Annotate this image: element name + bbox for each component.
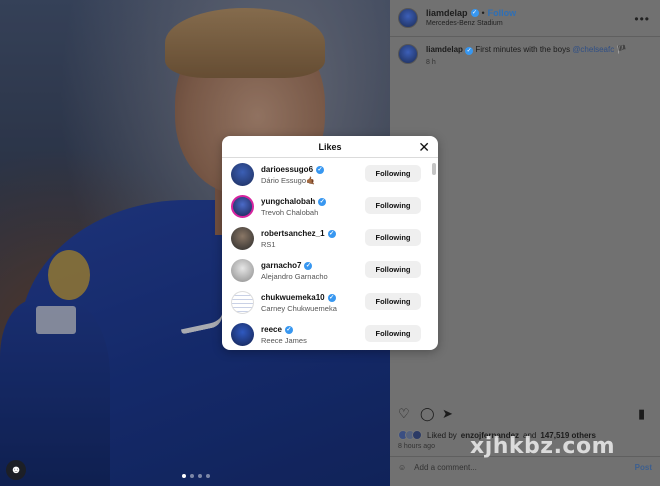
avatar[interactable] bbox=[231, 163, 254, 186]
following-button[interactable]: Following bbox=[365, 293, 421, 310]
verified-icon: ✓ bbox=[304, 261, 313, 270]
carousel-dot bbox=[198, 474, 202, 478]
verified-icon: ✓ bbox=[470, 9, 479, 17]
flag-emoji-icon: 🏴 bbox=[616, 45, 627, 54]
close-icon[interactable]: ✕ bbox=[418, 139, 430, 155]
follow-button[interactable]: Follow bbox=[488, 8, 517, 18]
modal-header: Likes ✕ bbox=[222, 136, 438, 158]
post-caption: liamdelap ✓ First minutes with the boys … bbox=[398, 44, 646, 66]
carousel-dot bbox=[190, 474, 194, 478]
following-button[interactable]: Following bbox=[365, 325, 421, 342]
username[interactable]: darioessugo6 bbox=[261, 165, 313, 174]
carousel-dot bbox=[206, 474, 210, 478]
carousel-dot bbox=[182, 474, 186, 478]
list-item[interactable]: darioessugo6 ✓ Dário Essugo🤙🏾 Following bbox=[222, 159, 430, 191]
verified-icon: ✓ bbox=[465, 47, 474, 55]
comment-input[interactable]: Add a comment... bbox=[414, 463, 477, 472]
author-username[interactable]: liamdelap bbox=[426, 8, 468, 18]
verified-icon: ✓ bbox=[318, 197, 327, 206]
likes-prefix: Liked by bbox=[427, 430, 457, 440]
watermark-text: xjhkbz.com bbox=[470, 434, 616, 459]
avatar[interactable] bbox=[231, 323, 254, 346]
verified-icon: ✓ bbox=[327, 293, 336, 302]
author-avatar[interactable] bbox=[398, 8, 418, 28]
comment-icon[interactable]: ◯ bbox=[420, 406, 435, 422]
modal-title: Likes bbox=[318, 141, 342, 152]
avatar[interactable] bbox=[231, 291, 254, 314]
username[interactable]: garnacho7 bbox=[261, 261, 301, 270]
fullname: Dário Essugo🤙🏾 bbox=[261, 176, 316, 185]
caption-avatar[interactable] bbox=[398, 44, 418, 64]
more-horizontal-icon[interactable]: ••• bbox=[634, 12, 650, 26]
likes-modal: Likes ✕ darioessugo6 ✓ Dário Essugo🤙🏾 Fol… bbox=[222, 136, 438, 350]
username[interactable]: yungchalobah bbox=[261, 197, 315, 206]
separator-dot: • bbox=[481, 8, 485, 18]
post-header: liamdelap ✓ • Follow Mercedes-Benz Stadi… bbox=[398, 8, 516, 28]
fullname: Trevoh Chalobah bbox=[261, 208, 319, 217]
fullname: Carney Chukwuemeka bbox=[261, 304, 337, 313]
fullname: Alejandro Garnacho bbox=[261, 272, 328, 281]
fullname: RS1 bbox=[261, 240, 276, 249]
following-button[interactable]: Following bbox=[365, 197, 421, 214]
comment-bar: ☺ Add a comment... Post bbox=[398, 463, 652, 472]
caption-mention[interactable]: @chelseafc bbox=[572, 45, 614, 54]
post-timestamp: 8 hours ago bbox=[398, 443, 435, 450]
liker-avatars bbox=[398, 430, 422, 440]
divider bbox=[390, 36, 660, 37]
list-item[interactable]: garnacho7 ✓ Alejandro Garnacho Following bbox=[222, 255, 430, 287]
likes-list[interactable]: darioessugo6 ✓ Dário Essugo🤙🏾 Following y… bbox=[222, 159, 438, 350]
emoji-icon[interactable]: ☺ bbox=[398, 463, 406, 472]
following-button[interactable]: Following bbox=[365, 261, 421, 278]
following-button[interactable]: Following bbox=[365, 165, 421, 182]
share-icon[interactable]: ➤ bbox=[442, 406, 453, 422]
fullname: Reece James bbox=[261, 336, 307, 345]
following-button[interactable]: Following bbox=[365, 229, 421, 246]
list-item[interactable]: chukwuemeka10 ✓ Carney Chukwuemeka Follow… bbox=[222, 287, 430, 319]
verified-icon: ✓ bbox=[284, 325, 293, 334]
action-bar: ♡ ◯ ➤ ▮ bbox=[398, 406, 652, 422]
post-comment-button[interactable]: Post bbox=[635, 463, 652, 472]
username[interactable]: robertsanchez_1 bbox=[261, 229, 325, 238]
caption-time: 8 h bbox=[426, 59, 436, 66]
verified-icon: ✓ bbox=[327, 229, 336, 238]
carousel-dots bbox=[182, 474, 210, 478]
tagged-user-icon[interactable]: ☻ bbox=[6, 460, 26, 480]
username[interactable]: reece bbox=[261, 325, 282, 334]
list-item[interactable]: yungchalobah ✓ Trevoh Chalobah Following bbox=[222, 191, 430, 223]
verified-icon: ✓ bbox=[316, 165, 325, 174]
avatar[interactable] bbox=[231, 195, 254, 218]
heart-icon[interactable]: ♡ bbox=[398, 406, 410, 422]
list-item[interactable]: reece ✓ Reece James Following bbox=[222, 319, 430, 350]
username[interactable]: chukwuemeka10 bbox=[261, 293, 325, 302]
post-location[interactable]: Mercedes-Benz Stadium bbox=[426, 20, 516, 27]
caption-text: First minutes with the boys bbox=[475, 45, 571, 54]
avatar[interactable] bbox=[231, 227, 254, 250]
caption-username[interactable]: liamdelap bbox=[426, 45, 463, 54]
liker-avatar bbox=[412, 430, 422, 440]
bookmark-icon[interactable]: ▮ bbox=[638, 406, 645, 422]
avatar[interactable] bbox=[231, 259, 254, 282]
scrollbar[interactable] bbox=[432, 163, 436, 175]
list-item[interactable]: robertsanchez_1 ✓ RS1 Following bbox=[222, 223, 430, 255]
